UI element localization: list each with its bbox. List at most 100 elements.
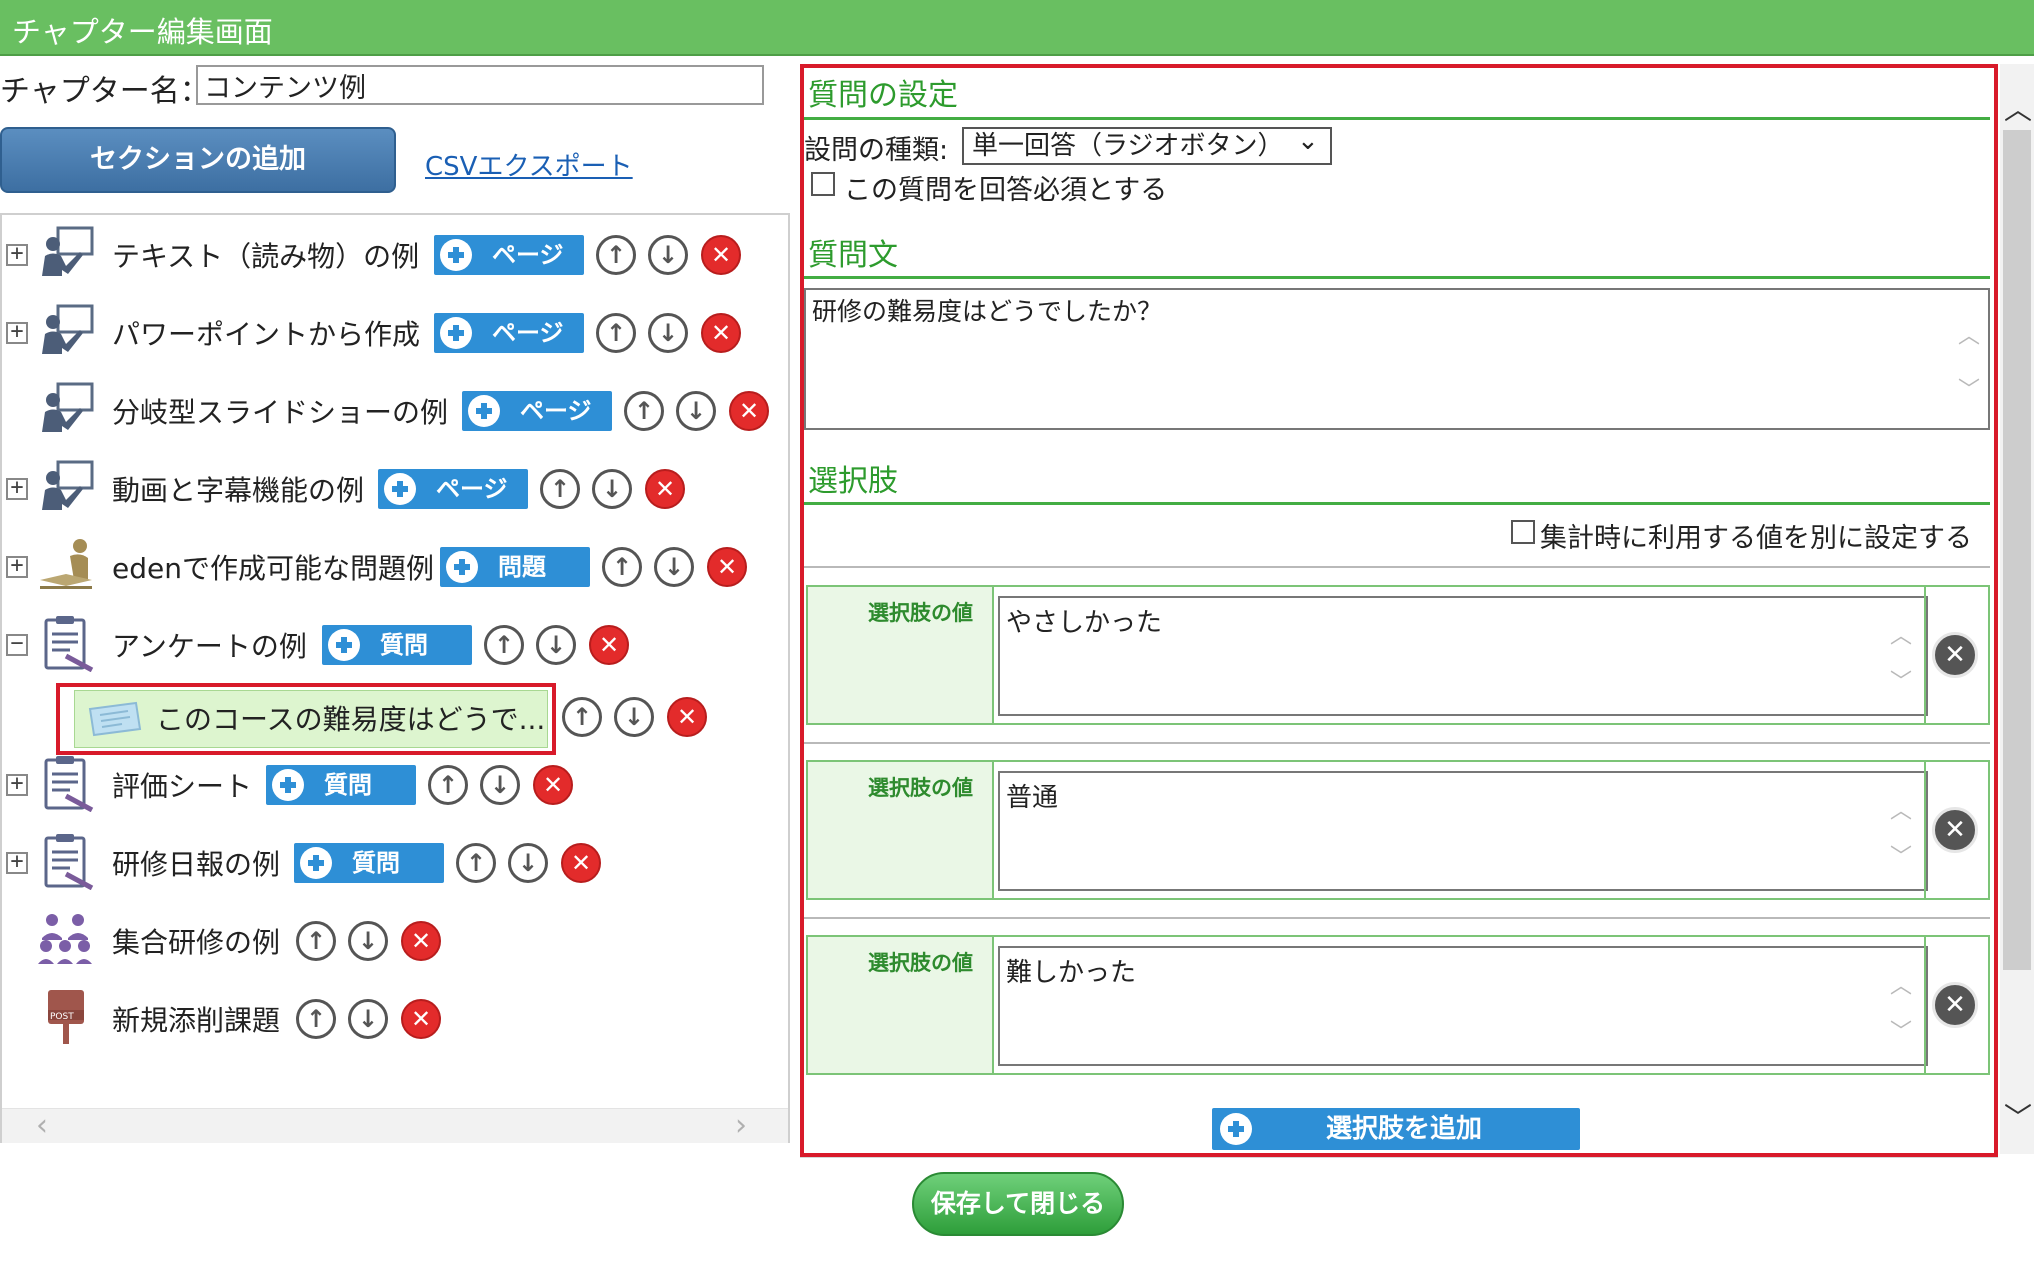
tree-item-label[interactable]: 動画と字幕機能の例: [112, 469, 364, 509]
chevron-up-icon[interactable]: ︿: [1890, 968, 1912, 1000]
expand-toggle[interactable]: +: [6, 321, 28, 344]
delete-button[interactable]: ✕: [707, 547, 747, 587]
chevron-up-icon[interactable]: ︿: [1890, 793, 1912, 825]
question-card-icon: [88, 701, 142, 737]
expand-toggle[interactable]: +: [6, 773, 28, 796]
move-up-button[interactable]: ↑: [624, 391, 664, 431]
collapse-toggle[interactable]: −: [6, 633, 28, 656]
move-up-button[interactable]: ↑: [596, 313, 636, 353]
tree-item-label[interactable]: 研修日報の例: [112, 843, 280, 883]
expand-toggle[interactable]: +: [6, 243, 28, 266]
move-down-button[interactable]: ↓: [480, 765, 520, 805]
question-type-select[interactable]: 単一回答（ラジオボタン）: [962, 127, 1332, 165]
move-up-button[interactable]: ↑: [456, 843, 496, 883]
delete-button[interactable]: ✕: [701, 313, 741, 353]
remove-choice-button[interactable]: ✕: [1932, 632, 1978, 678]
horizontal-scrollbar[interactable]: [2, 1108, 788, 1143]
save-and-close-button[interactable]: 保存して閉じる: [912, 1172, 1124, 1236]
move-up-button[interactable]: ↑: [562, 697, 602, 737]
move-down-button[interactable]: ↓: [536, 625, 576, 665]
move-down-button[interactable]: ↓: [592, 469, 632, 509]
plus-icon: [440, 239, 472, 271]
move-up-button[interactable]: ↑: [296, 921, 336, 961]
choice-value-label: 選択肢の値: [868, 601, 973, 625]
move-down-button[interactable]: ↓: [348, 921, 388, 961]
tree-item-label[interactable]: edenで作成可能な問題例: [112, 547, 434, 587]
move-down-button[interactable]: ↓: [676, 391, 716, 431]
tree-item-label[interactable]: 集合研修の例: [112, 921, 280, 961]
move-up-button[interactable]: ↑: [296, 999, 336, 1039]
choice-value-input[interactable]: [998, 771, 1928, 891]
delete-button[interactable]: ✕: [701, 235, 741, 275]
delete-button[interactable]: ✕: [667, 697, 707, 737]
scroll-up-icon[interactable]: ︿: [2004, 88, 2032, 128]
chevron-down-icon[interactable]: ⌄: [1297, 126, 1319, 156]
add-question-button[interactable]: 質問: [266, 765, 416, 805]
remove-choice-button[interactable]: ✕: [1932, 807, 1978, 853]
cell-divider: [1924, 762, 1926, 898]
move-up-button[interactable]: ↑: [428, 765, 468, 805]
tree-item-label[interactable]: アンケートの例: [112, 625, 307, 665]
chevron-down-icon[interactable]: ﹀: [1890, 839, 1912, 871]
move-up-button[interactable]: ↑: [540, 469, 580, 509]
scrollbar-thumb[interactable]: [2003, 130, 2031, 970]
delete-button[interactable]: ✕: [401, 921, 441, 961]
expand-toggle[interactable]: +: [6, 851, 28, 874]
scroll-right-icon[interactable]: ›: [735, 1108, 747, 1143]
move-down-button[interactable]: ↓: [648, 313, 688, 353]
move-up-button[interactable]: ↑: [484, 625, 524, 665]
delete-button[interactable]: ✕: [533, 765, 573, 805]
csv-export-link[interactable]: CSVエクスポート: [425, 146, 633, 183]
add-page-button[interactable]: ページ: [434, 313, 584, 353]
chevron-down-icon[interactable]: ﹀: [1890, 1014, 1912, 1046]
chevron-down-icon[interactable]: ﹀: [1890, 664, 1912, 696]
move-up-button[interactable]: ↑: [602, 547, 642, 587]
add-choice-button[interactable]: 選択肢を追加: [1212, 1108, 1580, 1150]
delete-button[interactable]: ✕: [729, 391, 769, 431]
plus-icon: [272, 769, 304, 801]
tree-item-label[interactable]: テキスト（読み物）の例: [112, 235, 419, 275]
add-page-button[interactable]: ページ: [434, 235, 584, 275]
move-down-button[interactable]: ↓: [654, 547, 694, 587]
chapter-name-input[interactable]: [196, 65, 764, 105]
chevron-up-icon[interactable]: ︿: [1958, 318, 1980, 350]
remove-choice-button[interactable]: ✕: [1932, 982, 1978, 1028]
move-down-button[interactable]: ↓: [348, 999, 388, 1039]
choice-value-input[interactable]: [998, 946, 1928, 1066]
add-question-button[interactable]: 問題: [440, 547, 590, 587]
scroll-left-icon[interactable]: ‹: [36, 1108, 48, 1143]
move-up-button[interactable]: ↑: [596, 235, 636, 275]
plus-icon: [440, 317, 472, 349]
section-divider: [804, 276, 1990, 279]
chevron-down-icon[interactable]: ﹀: [1958, 372, 1980, 404]
move-down-button[interactable]: ↓: [614, 697, 654, 737]
tree-item-label[interactable]: 評価シート: [112, 765, 252, 805]
move-down-button[interactable]: ↓: [648, 235, 688, 275]
scroll-down-icon[interactable]: ﹀: [2004, 1096, 2032, 1136]
question-text-value: 研修の難易度はどうでしたか？: [812, 297, 1163, 326]
expand-toggle[interactable]: +: [6, 477, 28, 500]
group-icon: [38, 914, 92, 964]
delete-button[interactable]: ✕: [561, 843, 601, 883]
delete-button[interactable]: ✕: [645, 469, 685, 509]
required-checkbox[interactable]: [811, 172, 835, 196]
add-section-button[interactable]: セクションの追加: [0, 127, 396, 193]
choice-value-label: 選択肢の値: [868, 776, 973, 800]
tree-item-label[interactable]: 分岐型スライドショーの例: [112, 391, 448, 431]
add-question-button[interactable]: 質問: [322, 625, 472, 665]
tree-item-label[interactable]: このコースの難易度はどうで...: [156, 698, 545, 738]
expand-toggle[interactable]: +: [6, 555, 28, 578]
aggregate-value-checkbox[interactable]: [1511, 520, 1535, 544]
delete-button[interactable]: ✕: [401, 999, 441, 1039]
panel-bottom-border: [800, 1157, 1998, 1158]
postbox-icon: POST: [48, 990, 84, 1044]
chevron-up-icon[interactable]: ︿: [1890, 618, 1912, 650]
add-page-button[interactable]: ページ: [462, 391, 612, 431]
tree-item-label[interactable]: パワーポイントから作成: [112, 313, 420, 353]
section-divider: [804, 117, 1990, 120]
add-page-button[interactable]: ページ: [378, 469, 528, 509]
move-down-button[interactable]: ↓: [508, 843, 548, 883]
tree-item-label[interactable]: 新規添削課題: [112, 999, 280, 1039]
add-question-button[interactable]: 質問: [294, 843, 444, 883]
delete-button[interactable]: ✕: [589, 625, 629, 665]
